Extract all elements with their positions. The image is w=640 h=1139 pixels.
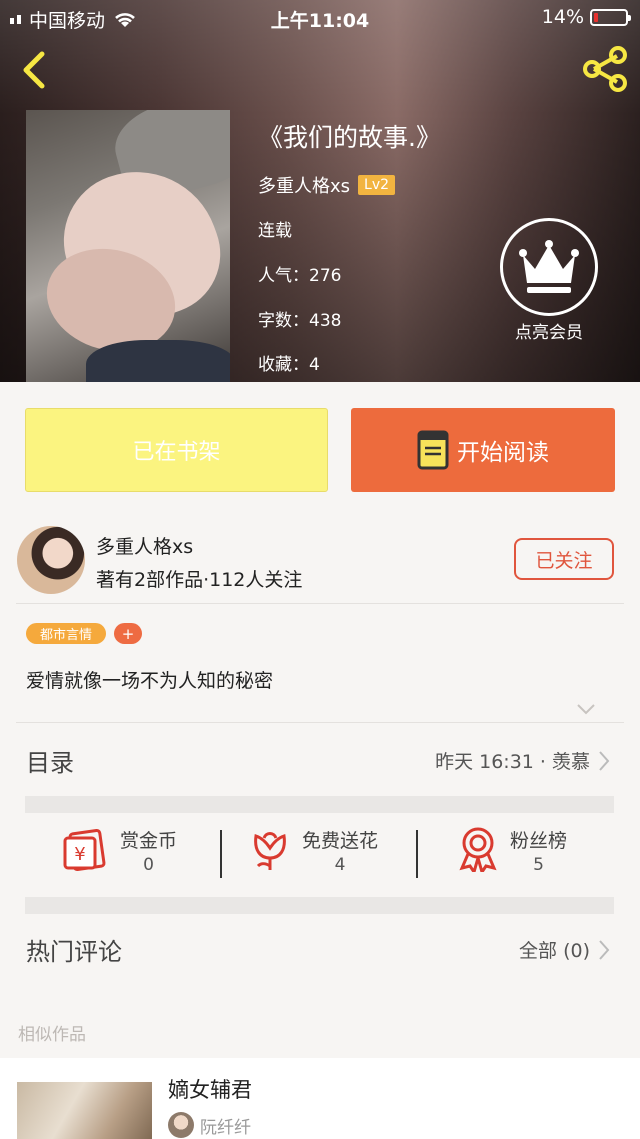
book-popularity: 人气：276 [258,266,342,286]
chevron-right-icon [599,750,610,771]
vip-button[interactable]: 点亮会员 [500,218,598,343]
book-cover [26,110,230,382]
divider [16,603,624,604]
follow-button[interactable]: 已关注 [514,538,614,580]
send-flower-count: 4 [334,855,346,875]
crown-icon [500,218,598,316]
hot-comments-title: 热门评论 [26,938,122,966]
battery-percent: 14% [541,6,584,28]
fan-ranking-label: 粉丝榜 [510,830,568,852]
reward-coins-count: 0 [143,855,154,875]
red-envelope-icon: ¥ [63,828,106,872]
status-bar: 中国移动 上午11:04 14% [0,0,640,36]
book-status: 连载 [258,221,292,241]
share-button[interactable] [580,44,630,94]
reward-coins-label: 赏金币 [120,830,178,852]
send-flower-label: 免费送花 [302,830,379,852]
author-name[interactable]: 多重人格xs [96,532,193,559]
catalog-title[interactable]: 目录 [26,743,74,778]
author-stats: 著有2部作品·112人关注 [96,569,303,591]
similar-work-author-name: 阮纤纤 [200,1117,251,1138]
book-author[interactable]: 多重人格xs [258,172,350,198]
fan-ranking-button[interactable]: 粉丝榜 5 [458,826,567,886]
start-reading-button[interactable]: 开始阅读 [351,408,615,492]
catalog-row[interactable]: 昨天 16:31 · 羡慕 [435,747,610,774]
level-badge: Lv2 [358,175,396,195]
divider [416,830,418,878]
battery-icon [590,8,631,26]
share-icon [583,46,627,92]
divider [220,830,222,878]
book-icon [417,430,449,470]
similar-work-item[interactable]: 嫡女辅君 阮纤纤 [0,1058,640,1139]
avatar [168,1112,194,1138]
chevron-left-icon [23,51,45,89]
chevron-right-icon [599,939,610,960]
author-avatar[interactable] [17,526,85,594]
in-bookshelf-button[interactable]: 已在书架 [25,408,328,492]
fan-ranking-count: 5 [533,855,544,875]
all-comments-link[interactable]: 全部 (0) [519,936,610,963]
chevron-down-icon[interactable] [576,700,596,719]
svg-text:¥: ¥ [74,844,85,865]
book-favorites: 收藏：4 [258,355,320,375]
book-title: 《我们的故事.》 [258,123,441,152]
similar-work-title[interactable]: 嫡女辅君 [168,1074,252,1104]
catalog-update: 昨天 16:31 · 羡慕 [435,751,590,773]
book-header: 《我们的故事.》 多重人格xs Lv2 连载 人气：276 字数：438 收藏：… [0,0,640,382]
back-button[interactable] [14,48,54,92]
section-separator [25,796,614,813]
similar-work-author: 阮纤纤 [168,1112,251,1138]
all-comments-label: 全部 (0) [519,940,590,962]
section-separator [25,897,614,914]
reward-coins-button[interactable]: ¥ 赏金币 0 [62,826,177,886]
send-flower-button[interactable]: 免费送花 4 [250,826,378,886]
author-card[interactable]: 多重人格xs 著有2部作品·112人关注 已关注 [0,520,640,604]
vip-label: 点亮会员 [515,323,583,343]
add-tag-button[interactable]: + [114,623,142,644]
synopsis: 爱情就像一场不为人知的秘密 [26,670,274,692]
similar-work-cover[interactable] [17,1082,152,1139]
book-word-count: 字数：438 [258,311,342,331]
similar-works-label: 相似作品 [18,1025,86,1045]
genre-tag[interactable]: 都市言情 [26,623,106,644]
divider [16,722,624,723]
battery-status: 14% [541,6,631,28]
book-author-row[interactable]: 多重人格xs Lv2 [258,172,396,198]
flower-icon [254,832,286,870]
start-reading-label: 开始阅读 [457,440,549,466]
medal-icon [459,827,497,872]
